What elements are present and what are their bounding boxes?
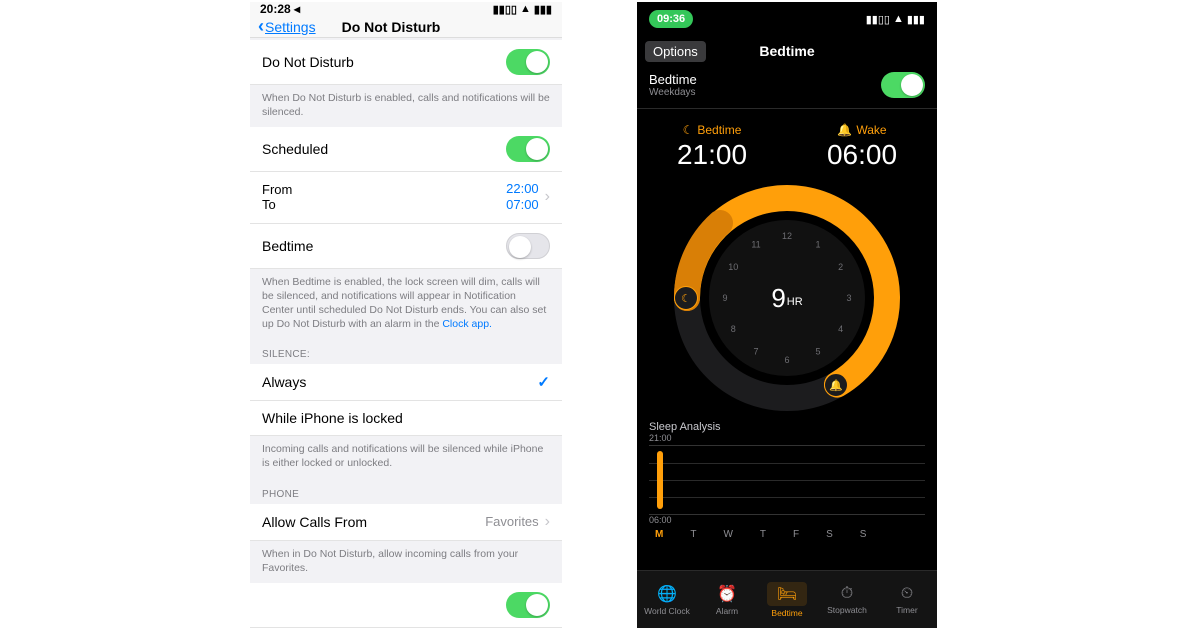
bar-monday xyxy=(657,451,663,509)
alarm-icon: ⏰ xyxy=(717,584,737,604)
wifi-icon: ▲ xyxy=(893,13,904,25)
tab-stopwatch[interactable]: ⏱Stopwatch xyxy=(817,571,877,628)
options-button[interactable]: Options xyxy=(645,41,706,62)
dnd-toggle[interactable] xyxy=(506,49,550,75)
bedtime-footer: When Bedtime is enabled, the lock screen… xyxy=(250,269,562,340)
allow-calls-label: Allow Calls From xyxy=(262,514,367,530)
day-label: W xyxy=(723,529,732,540)
scheduled-row[interactable]: Scheduled xyxy=(250,127,562,172)
allow-calls-footer: When in Do Not Disturb, allow incoming c… xyxy=(250,541,562,583)
bedtime-toggle[interactable] xyxy=(506,233,550,259)
status-icons: ▮▮▯▯ ▲ ▮▮▮ xyxy=(866,13,925,26)
dial-hours: 9HR xyxy=(672,183,902,413)
partial-toggle[interactable] xyxy=(506,592,550,618)
analysis-days: MTWTFSS xyxy=(649,525,925,540)
day-label: M xyxy=(655,529,663,540)
to-label: To xyxy=(262,197,292,212)
moon-icon: ☾ xyxy=(683,123,694,137)
page-title: Do Not Disturb xyxy=(342,19,441,35)
from-label: From xyxy=(262,182,292,197)
day-label: T xyxy=(760,529,766,540)
analysis-chart xyxy=(649,445,925,515)
day-label: T xyxy=(690,529,696,540)
bedtime-sub: Weekdays xyxy=(649,87,697,98)
timer-icon: ⏲ xyxy=(901,585,913,603)
bedtime-master-row[interactable]: Bedtime Weekdays xyxy=(637,66,937,109)
signal-icon: ▮▮▯▯ xyxy=(493,3,517,16)
bedtime-row[interactable]: Bedtime xyxy=(250,224,562,269)
clock-app-link[interactable]: Clock app. xyxy=(442,318,492,330)
settings-dnd-screen: 20:28 ◂ ▮▮▯▯ ▲ ▮▮▮ ‹ Settings Do Not Dis… xyxy=(250,2,562,628)
analysis-title: Sleep Analysis xyxy=(649,421,925,433)
analysis-top-label: 21:00 xyxy=(649,433,925,443)
bedtime-value: 21:00 xyxy=(677,139,747,171)
status-bar: 09:36 ▮▮▯▯ ▲ ▮▮▮ xyxy=(637,2,937,36)
analysis-bot-label: 06:00 xyxy=(649,515,925,525)
silence-always-row[interactable]: Always ✓ xyxy=(250,364,562,401)
globe-icon: 🌐 xyxy=(657,584,677,604)
bedtime-label: Bedtime xyxy=(262,238,313,254)
stopwatch-icon: ⏱ xyxy=(841,585,853,603)
tab-bar: 🌐World Clock ⏰Alarm 🛏Bedtime ⏱Stopwatch … xyxy=(637,570,937,628)
scheduled-toggle[interactable] xyxy=(506,136,550,162)
nav-bar: Options Bedtime xyxy=(637,36,937,66)
back-button[interactable]: ‹ Settings xyxy=(258,16,316,37)
wake-handle[interactable]: 🔔 xyxy=(824,373,848,397)
battery-icon: ▮▮▮ xyxy=(534,3,552,16)
silence-locked-label: While iPhone is locked xyxy=(262,410,403,426)
bedtime-toggle[interactable] xyxy=(881,72,925,98)
bedtime-small-label: Bedtime xyxy=(697,123,741,137)
allow-calls-row[interactable]: Allow Calls From Favorites › xyxy=(250,504,562,541)
schedule-time-row[interactable]: From To 22:00 07:00 › xyxy=(250,172,562,224)
day-label: S xyxy=(860,529,867,540)
allow-calls-value: Favorites xyxy=(485,514,538,529)
bell-icon: 🔔 xyxy=(829,379,843,392)
time-readouts: ☾Bedtime 21:00 🔔 Wake 06:00 xyxy=(637,109,937,177)
signal-icon: ▮▮▯▯ xyxy=(866,13,890,26)
to-value: 07:00 xyxy=(506,197,539,213)
partial-next-row[interactable] xyxy=(250,583,562,628)
dnd-footer: When Do Not Disturb is enabled, calls an… xyxy=(250,85,562,127)
sleep-dial[interactable]: 121234567891011 9HR ☾ 🔔 xyxy=(672,183,902,413)
silence-header: SILENCE: xyxy=(250,339,562,364)
moon-icon: ☾ xyxy=(681,292,691,305)
status-time-pill: 09:36 xyxy=(649,10,693,28)
bedtime-handle[interactable]: ☾ xyxy=(674,286,698,310)
day-label: S xyxy=(826,529,833,540)
dnd-label: Do Not Disturb xyxy=(262,54,354,70)
wifi-icon: ▲ xyxy=(520,3,531,15)
wake-value: 06:00 xyxy=(827,139,897,171)
nav-bar: ‹ Settings Do Not Disturb xyxy=(250,16,562,38)
chevron-right-icon: › xyxy=(539,513,550,531)
status-bar: 20:28 ◂ ▮▮▯▯ ▲ ▮▮▮ xyxy=(250,2,562,16)
day-label: F xyxy=(793,529,799,540)
from-value: 22:00 xyxy=(506,181,539,197)
bell-icon: 🔔 xyxy=(837,123,852,137)
tab-alarm[interactable]: ⏰Alarm xyxy=(697,571,757,628)
phone-header: PHONE xyxy=(250,479,562,504)
bedtime-title: Bedtime xyxy=(649,72,697,87)
back-label: Settings xyxy=(265,19,316,35)
bed-icon: 🛏 xyxy=(767,582,807,606)
tab-world-clock[interactable]: 🌐World Clock xyxy=(637,571,697,628)
tab-timer[interactable]: ⏲Timer xyxy=(877,571,937,628)
chevron-right-icon: › xyxy=(539,188,550,206)
clock-bedtime-screen: 09:36 ▮▮▯▯ ▲ ▮▮▮ Options Bedtime Bedtime… xyxy=(637,2,937,628)
silence-footer: Incoming calls and notifications will be… xyxy=(250,436,562,478)
dnd-row[interactable]: Do Not Disturb xyxy=(250,40,562,85)
silence-locked-row[interactable]: While iPhone is locked xyxy=(250,401,562,436)
tab-bedtime[interactable]: 🛏Bedtime xyxy=(757,571,817,628)
battery-icon: ▮▮▮ xyxy=(907,13,925,26)
checkmark-icon: ✓ xyxy=(537,373,550,391)
chevron-left-icon: ‹ xyxy=(258,16,264,37)
wake-small-label: Wake xyxy=(856,123,886,137)
silence-always-label: Always xyxy=(262,374,306,390)
status-icons: ▮▮▯▯ ▲ ▮▮▮ xyxy=(493,3,552,16)
sleep-analysis: Sleep Analysis 21:00 06:00 M T W T F S S xyxy=(637,417,937,540)
scheduled-label: Scheduled xyxy=(262,141,328,157)
status-time: 20:28 ◂ xyxy=(260,2,300,16)
